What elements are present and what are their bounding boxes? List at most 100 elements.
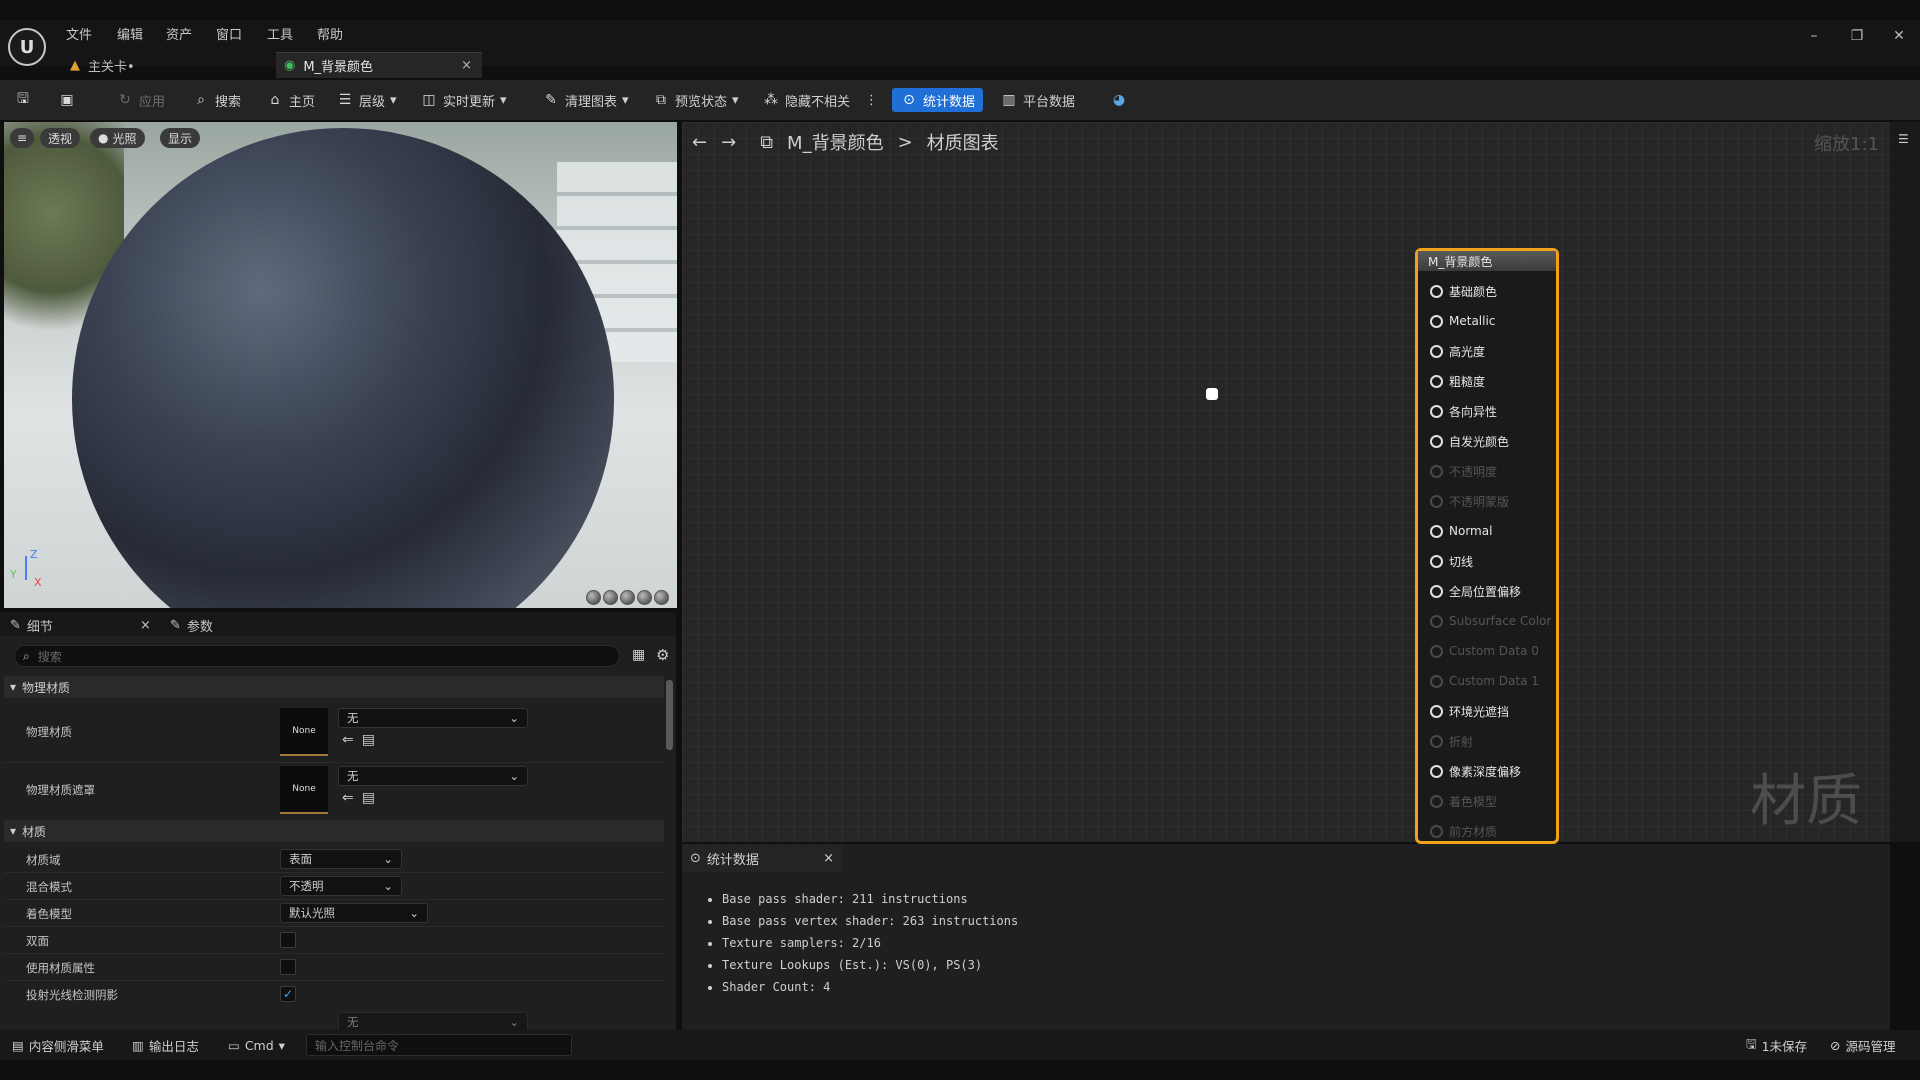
- cmd-selector[interactable]: ▭ Cmd ▾: [228, 1036, 285, 1054]
- node-pin[interactable]: 环境光遮挡: [1430, 703, 1509, 719]
- details-search-input[interactable]: ⌕ 搜索: [14, 645, 620, 667]
- hide-unrelated-button[interactable]: ⁂ 隐藏不相关 ⋮: [762, 88, 878, 112]
- pin-connector-icon[interactable]: [1430, 764, 1443, 778]
- tab-details-close-icon[interactable]: ×: [140, 616, 151, 634]
- table-view-icon[interactable]: ▦: [632, 647, 645, 663]
- show-button[interactable]: 显示: [160, 128, 201, 148]
- use-material-attributes-checkbox[interactable]: [280, 959, 296, 975]
- breadcrumb-material[interactable]: M_背景颜色: [787, 129, 884, 155]
- home-button[interactable]: ⌂ 主页: [266, 88, 315, 112]
- pin-connector-icon[interactable]: [1430, 674, 1443, 688]
- node-pin[interactable]: 像素深度偏移: [1430, 763, 1521, 779]
- tab-material-editor[interactable]: ◉ M_背景颜色 ×: [276, 52, 482, 78]
- phys-mask-thumbnail[interactable]: None: [280, 766, 328, 814]
- tab-params[interactable]: ✎ 参数: [170, 616, 213, 635]
- node-pin[interactable]: 不透明蒙版: [1430, 493, 1509, 509]
- pin-connector-icon[interactable]: [1430, 284, 1443, 298]
- globe-button[interactable]: ◕: [1110, 88, 1128, 112]
- breadcrumb-graph[interactable]: 材质图表: [927, 129, 999, 155]
- node-pin[interactable]: 基础颜色: [1430, 283, 1497, 299]
- phys-mask-combo[interactable]: 无 ⌄: [338, 766, 528, 786]
- unreal-logo-icon[interactable]: U: [8, 28, 46, 66]
- content-drawer-button[interactable]: ▤ 内容侧滑菜单: [12, 1036, 104, 1054]
- section-physical-material[interactable]: ▾ 物理材质: [4, 676, 664, 698]
- custom-mesh-icon[interactable]: [654, 590, 669, 605]
- back-arrow-icon[interactable]: ←: [692, 132, 707, 153]
- browse-button[interactable]: ▣: [58, 88, 76, 112]
- raytraced-shadows-checkbox[interactable]: ✓: [280, 986, 296, 1002]
- source-control-button[interactable]: ⊘ 源码管理: [1830, 1036, 1896, 1054]
- phys-material-combo[interactable]: 无 ⌄: [338, 708, 528, 728]
- menu-help[interactable]: 帮助: [317, 24, 343, 43]
- menu-edit[interactable]: 编辑: [117, 24, 143, 43]
- node-pin[interactable]: 高光度: [1430, 343, 1485, 359]
- tab-stats[interactable]: ⊙ 统计数据 ×: [682, 844, 842, 872]
- pin-connector-icon[interactable]: [1430, 494, 1443, 508]
- stats-close-icon[interactable]: ×: [823, 851, 834, 866]
- node-pin[interactable]: 折射: [1430, 733, 1473, 749]
- stats-button[interactable]: ⊙ 统计数据: [892, 88, 984, 112]
- pin-connector-icon[interactable]: [1430, 644, 1443, 658]
- pin-connector-icon[interactable]: [1430, 824, 1443, 838]
- pin-connector-icon[interactable]: [1430, 344, 1443, 358]
- node-pin[interactable]: 粗糙度: [1430, 373, 1485, 389]
- node-pin[interactable]: 前方材质: [1430, 823, 1497, 839]
- menu-asset[interactable]: 资产: [166, 24, 192, 43]
- hierarchy-button[interactable]: ☰ 层级 ▾: [336, 88, 397, 112]
- menu-tools[interactable]: 工具: [267, 24, 293, 43]
- blend-mode-combo[interactable]: 不透明 ⌄: [280, 876, 402, 896]
- material-domain-combo[interactable]: 表面 ⌄: [280, 849, 402, 869]
- pin-connector-icon[interactable]: [1430, 584, 1443, 598]
- use-selected-icon[interactable]: ⇐: [342, 732, 354, 750]
- node-pin[interactable]: Normal: [1430, 523, 1492, 539]
- node-pin[interactable]: 切线: [1430, 553, 1473, 569]
- preview-state-button[interactable]: ⧉ 预览状态 ▾: [652, 88, 739, 112]
- node-pin[interactable]: Metallic: [1430, 313, 1495, 329]
- cube-icon[interactable]: [637, 590, 652, 605]
- pin-connector-icon[interactable]: [1430, 794, 1443, 808]
- cylinder-icon[interactable]: [586, 590, 601, 605]
- close-window-icon[interactable]: ✕: [1888, 28, 1910, 50]
- sphere-icon[interactable]: [603, 590, 618, 605]
- node-pin[interactable]: Custom Data 1: [1430, 673, 1539, 689]
- menu-window[interactable]: 窗口: [216, 24, 242, 43]
- forward-arrow-icon[interactable]: →: [721, 132, 736, 153]
- minimize-icon[interactable]: –: [1803, 28, 1825, 50]
- output-log-button[interactable]: ▥ 输出日志: [132, 1036, 199, 1054]
- plane-icon[interactable]: [620, 590, 635, 605]
- section-material[interactable]: ▾ 材质: [4, 820, 664, 842]
- pin-connector-icon[interactable]: [1430, 314, 1443, 328]
- use-selected-icon[interactable]: ⇐: [342, 790, 354, 808]
- tab-close-icon[interactable]: ×: [461, 58, 472, 73]
- pin-connector-icon[interactable]: [1430, 704, 1443, 718]
- console-command-input[interactable]: 输入控制台命令: [306, 1034, 572, 1056]
- apply-button[interactable]: ↻ 应用: [116, 88, 165, 112]
- pin-connector-icon[interactable]: [1430, 404, 1443, 418]
- pin-connector-icon[interactable]: [1430, 614, 1443, 628]
- node-pin[interactable]: Custom Data 0: [1430, 643, 1539, 659]
- shading-model-combo[interactable]: 默认光照 ⌄: [280, 903, 428, 923]
- settings-gear-icon[interactable]: ⚙: [656, 646, 669, 664]
- extra-combo[interactable]: 无 ⌄: [338, 1012, 528, 1032]
- unsaved-button[interactable]: 🖫 1未保存: [1746, 1036, 1807, 1054]
- pin-connector-icon[interactable]: [1430, 524, 1443, 538]
- preview-shape-buttons[interactable]: [586, 590, 676, 606]
- palette-icon[interactable]: ☰: [1898, 132, 1909, 146]
- pin-connector-icon[interactable]: [1430, 554, 1443, 568]
- menu-file[interactable]: 文件: [66, 24, 92, 43]
- restore-icon[interactable]: ❐: [1846, 28, 1868, 50]
- node-pin[interactable]: 全局位置偏移: [1430, 583, 1521, 599]
- pin-connector-icon[interactable]: [1430, 464, 1443, 478]
- pin-connector-icon[interactable]: [1430, 434, 1443, 448]
- search-button[interactable]: ⌕ 搜索: [192, 88, 241, 112]
- node-pin[interactable]: 着色模型: [1430, 793, 1497, 809]
- perspective-button[interactable]: 透视: [40, 128, 81, 148]
- live-update-button[interactable]: ◫ 实时更新 ▾: [420, 88, 506, 112]
- material-preview-viewport[interactable]: [4, 122, 677, 608]
- browse-icon[interactable]: ▤: [362, 790, 375, 808]
- clean-graph-button[interactable]: ✎ 清理图表 ▾: [542, 88, 628, 112]
- two-sided-checkbox[interactable]: [280, 932, 296, 948]
- browse-icon[interactable]: ▤: [362, 732, 375, 750]
- material-graph-canvas[interactable]: [682, 122, 1890, 842]
- details-scrollbar[interactable]: [666, 680, 673, 750]
